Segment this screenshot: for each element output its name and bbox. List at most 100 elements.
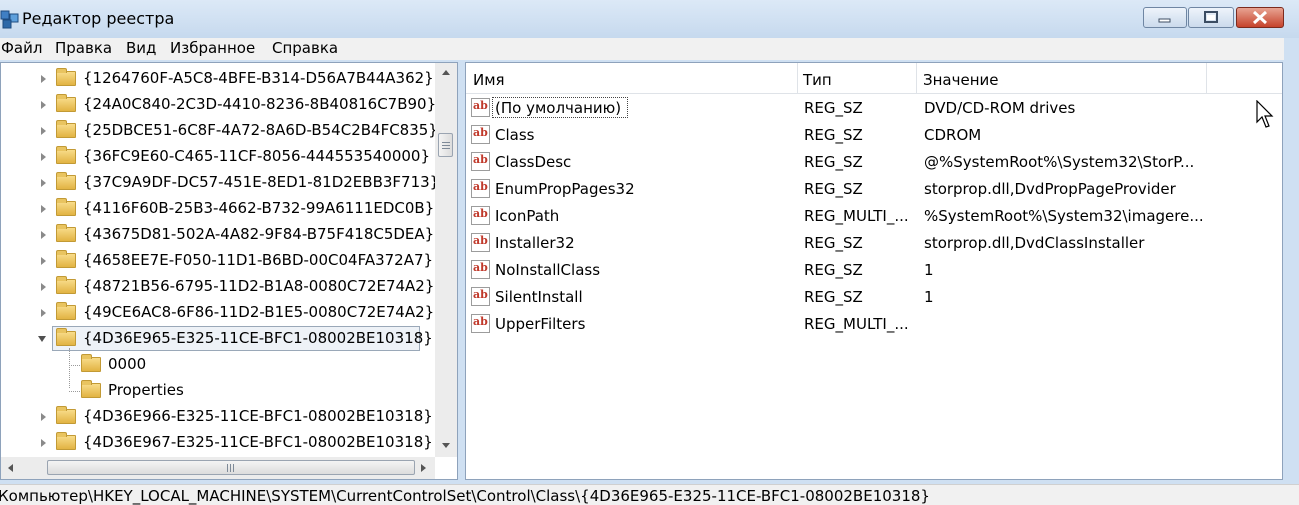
- tree-item-label: {4D36E965-E325-11CE-BFC1-08002BE10318}: [83, 329, 433, 347]
- collapse-arrow-icon[interactable]: [38, 336, 46, 342]
- tree-item-label: Properties: [108, 381, 184, 399]
- column-divider[interactable]: [916, 63, 917, 93]
- value-data: @%SystemRoot%\System32\StorP...: [924, 153, 1195, 171]
- maximize-icon: [1204, 11, 1218, 23]
- string-value-icon: ab: [471, 206, 490, 225]
- column-header-type[interactable]: Тип: [803, 71, 832, 89]
- column-header-value[interactable]: Значение: [923, 71, 999, 89]
- value-type: REG_SZ: [804, 180, 863, 198]
- string-value-icon: ab: [471, 260, 490, 279]
- menu-edit[interactable]: Правка: [55, 39, 112, 57]
- scroll-down-arrow-icon[interactable]: [435, 439, 457, 453]
- tree-vertical-scroll-thumb[interactable]: [438, 133, 453, 157]
- expand-arrow-icon[interactable]: [41, 205, 46, 213]
- registry-value-row[interactable]: ab SilentInstall REG_SZ 1: [466, 284, 1282, 311]
- tree-horizontal-scroll-thumb[interactable]: [47, 460, 415, 475]
- string-value-icon: ab: [471, 152, 490, 171]
- folder-icon: [56, 432, 76, 450]
- value-name: EnumPropPages32: [495, 180, 635, 198]
- maximize-button[interactable]: [1188, 7, 1234, 28]
- registry-value-row[interactable]: ab UpperFilters REG_MULTI_...: [466, 311, 1282, 338]
- registry-value-row[interactable]: ab IconPath REG_MULTI_... %SystemRoot%\Syst…: [466, 203, 1282, 230]
- window-frame: [1285, 38, 1299, 484]
- tree-item-label: {25DBCE51-6C8F-4A72-8A6D-B54C2B4FC835}: [83, 121, 438, 139]
- value-type: REG_SZ: [804, 99, 863, 117]
- value-name: (По умолчанию): [495, 99, 622, 117]
- tree-item-4d36e965-e325-11ce-bfc1-08002be10318[interactable]: {4D36E965-E325-11CE-BFC1-08002BE10318}: [1, 326, 435, 352]
- registry-editor-icon: [0, 10, 19, 29]
- tree-item-24a0c840-2c3d-4410-8236-8b40816c7b90[interactable]: {24A0C840-2C3D-4410-8236-8B40816C7B90}: [1, 92, 436, 118]
- expand-arrow-icon[interactable]: [41, 257, 46, 265]
- tree-item-4658ee7e-f050-11d1-b6bd-00c04fa372a7[interactable]: {4658EE7E-F050-11D1-B6BD-00C04FA372A7}: [1, 248, 435, 274]
- expand-arrow-icon[interactable]: [41, 153, 46, 161]
- tree-item-label: {4D36E967-E325-11CE-BFC1-08002BE10318}: [83, 433, 433, 451]
- tree-item-37c9a9df-dc57-451e-8ed1-81d2ebb3f713[interactable]: {37C9A9DF-DC57-451E-8ED1-81D2EBB3F713}: [1, 170, 439, 196]
- folder-icon: [56, 146, 76, 164]
- expand-arrow-icon[interactable]: [41, 413, 46, 421]
- folder-icon: [56, 224, 76, 242]
- column-divider[interactable]: [797, 63, 798, 93]
- value-data: %SystemRoot%\System32\imagere...: [924, 207, 1204, 225]
- registry-value-row[interactable]: ab NoInstallClass REG_SZ 1: [466, 257, 1282, 284]
- tree-item-label: {4658EE7E-F050-11D1-B6BD-00C04FA372A7}: [83, 251, 434, 269]
- tree-item-48721b56-6795-11d2-b1a8-0080c72e74a2[interactable]: {48721B56-6795-11D2-B1A8-0080C72E74A2}: [1, 274, 435, 300]
- registry-value-row[interactable]: ab Class REG_SZ CDROM: [466, 122, 1282, 149]
- expand-arrow-icon[interactable]: [41, 283, 46, 291]
- tree-item-49ce6ac8-6f86-11d2-b1e5-0080c72e74a2[interactable]: {49CE6AC8-6F86-11D2-B1E5-0080C72E74A2}: [1, 300, 435, 326]
- folder-icon: [56, 120, 76, 138]
- tree-vertical-scrollbar[interactable]: [435, 63, 457, 457]
- value-name: ClassDesc: [495, 153, 572, 171]
- expand-arrow-icon[interactable]: [41, 231, 46, 239]
- tree-item-4d36e967-e325-11ce-bfc1-08002be10318[interactable]: {4D36E967-E325-11CE-BFC1-08002BE10318}: [1, 430, 435, 456]
- scroll-right-arrow-icon[interactable]: [415, 457, 431, 479]
- menu-file[interactable]: Файл: [1, 39, 42, 57]
- tree-item-4d36e966-e325-11ce-bfc1-08002be10318[interactable]: {4D36E966-E325-11CE-BFC1-08002BE10318}: [1, 404, 435, 430]
- title-bar[interactable]: Редактор реестра: [0, 0, 1299, 38]
- expand-arrow-icon[interactable]: [41, 309, 46, 317]
- expand-arrow-icon[interactable]: [41, 179, 46, 187]
- tree-horizontal-scrollbar[interactable]: [1, 457, 435, 479]
- close-button[interactable]: [1236, 7, 1284, 28]
- minimize-button[interactable]: [1143, 7, 1187, 28]
- menu-bar: Файл Правка Вид Избранное Справка: [0, 38, 1284, 60]
- tree-item-0000[interactable]: 0000: [1, 352, 435, 378]
- scroll-up-arrow-icon[interactable]: [435, 65, 457, 79]
- tree-item-properties[interactable]: Properties: [1, 378, 435, 404]
- tree-item-25dbce51-6c8f-4a72-8a6d-b54c2b4fc835[interactable]: {25DBCE51-6C8F-4A72-8A6D-B54C2B4FC835}: [1, 118, 438, 144]
- registry-value-row[interactable]: ab ClassDesc REG_SZ @%SystemRoot%\System32\…: [466, 149, 1282, 176]
- folder-icon: [56, 328, 76, 346]
- tree-item-label: 0000: [108, 355, 147, 373]
- value-data: CDROM: [924, 126, 982, 144]
- tree-item-36fc9e60-c465-11cf-8056-444553540000[interactable]: {36FC9E60-C465-11CF-8056-444553540000}: [1, 144, 435, 170]
- tree-item-label: {43675D81-502A-4A82-9F84-B75F418C5DEA}: [83, 225, 435, 243]
- value-name: Installer32: [495, 234, 575, 252]
- registry-value-row[interactable]: ab Installer32 REG_SZ storprop.dll,DvdClass…: [466, 230, 1282, 257]
- registry-value-row[interactable]: ab EnumPropPages32 REG_SZ storprop.dll,DvdP…: [466, 176, 1282, 203]
- tree-item-label: {37C9A9DF-DC57-451E-8ED1-81D2EBB3F713}: [83, 173, 440, 191]
- column-divider[interactable]: [1206, 63, 1207, 93]
- value-type: REG_MULTI_...: [804, 207, 909, 225]
- expand-arrow-icon[interactable]: [41, 439, 46, 447]
- tree-item-label: {4116F60B-25B3-4662-B732-99A6111EDC0B}: [83, 199, 435, 217]
- folder-icon: [56, 276, 76, 294]
- value-data: storprop.dll,DvdClassInstaller: [924, 234, 1145, 252]
- value-name: UpperFilters: [495, 315, 586, 333]
- menu-favorites[interactable]: Избранное: [170, 39, 255, 57]
- tree-item-label: {36FC9E60-C465-11CF-8056-444553540000}: [83, 147, 431, 165]
- tree-item-43675d81-502a-4a82-9f84-b75f418c5dea[interactable]: {43675D81-502A-4A82-9F84-B75F418C5DEA}: [1, 222, 435, 248]
- value-data: 1: [924, 288, 934, 306]
- tree-item-label: {48721B56-6795-11D2-B1A8-0080C72E74A2}: [83, 277, 435, 295]
- expand-arrow-icon[interactable]: [41, 127, 46, 135]
- column-header-name[interactable]: Имя: [473, 71, 505, 89]
- registry-value-row[interactable]: ab (По умолчанию) REG_SZ DVD/CD-ROM drives: [466, 95, 1282, 122]
- values-list[interactable]: Имя Тип Значение ab (По умолчанию) REG_SZ D…: [465, 62, 1283, 480]
- expand-arrow-icon[interactable]: [41, 75, 46, 83]
- registry-tree[interactable]: {1264760F-A5C8-4BFE-B314-D56A7B44A362} {2…: [0, 62, 458, 480]
- folder-icon: [81, 380, 101, 398]
- tree-item-1264760f-a5c8-4bfe-b314-d56a7b44a362[interactable]: {1264760F-A5C8-4BFE-B314-D56A7B44A362}: [1, 66, 435, 92]
- menu-help[interactable]: Справка: [272, 39, 338, 57]
- scroll-left-arrow-icon[interactable]: [3, 457, 19, 479]
- expand-arrow-icon[interactable]: [41, 101, 46, 109]
- tree-item-4116f60b-25b3-4662-b732-99a6111edc0b[interactable]: {4116F60B-25B3-4662-B732-99A6111EDC0B}: [1, 196, 435, 222]
- menu-view[interactable]: Вид: [126, 39, 156, 57]
